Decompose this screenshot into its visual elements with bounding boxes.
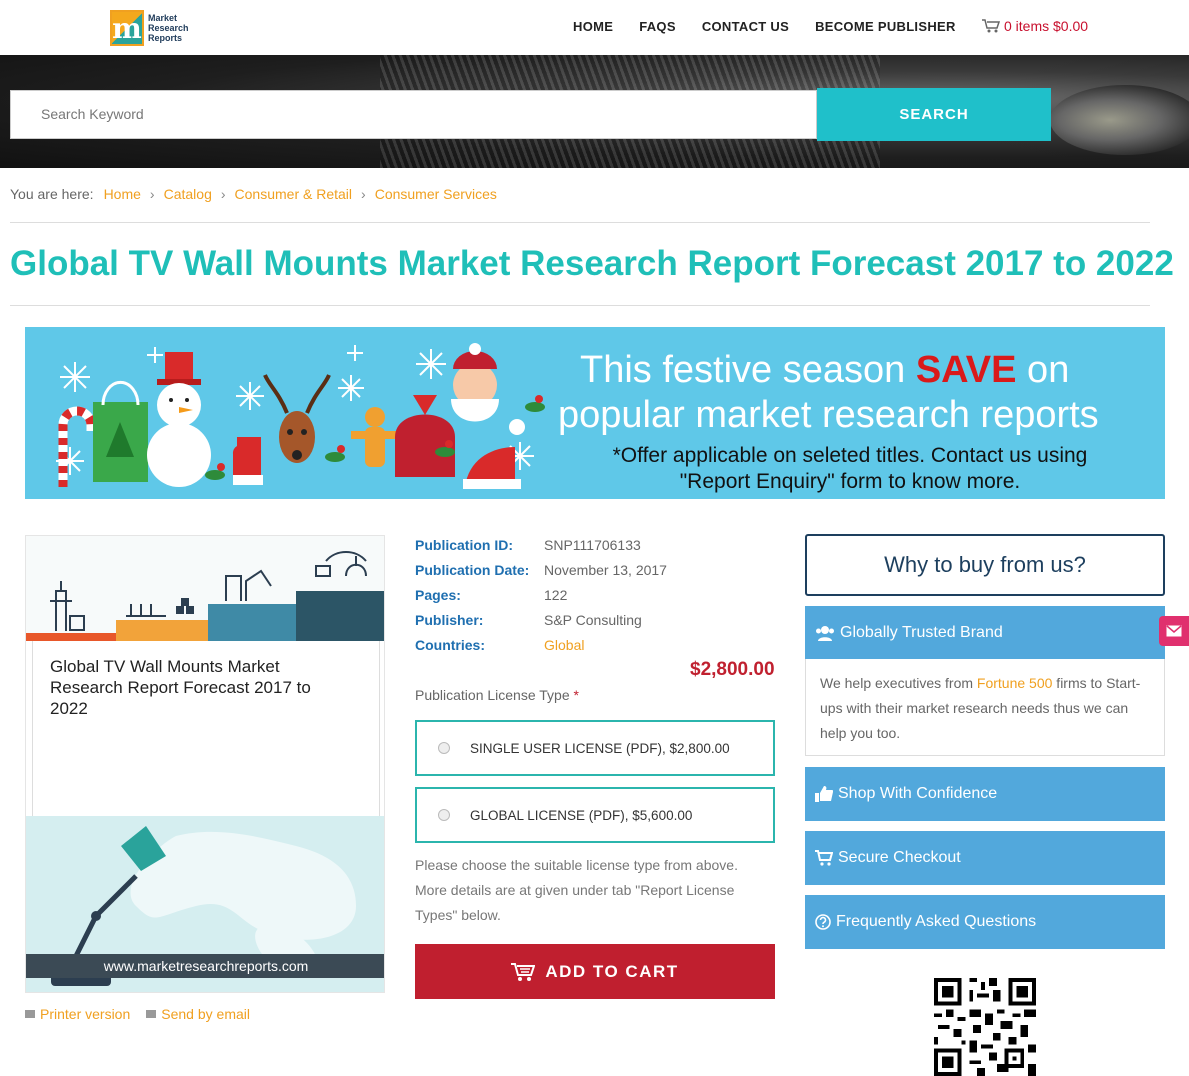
main-nav: HOME FAQS CONTACT US BECOME PUBLISHER [573,19,982,34]
envelope-icon [146,1010,157,1018]
shop-with-confidence-tab[interactable]: Shop With Confidence [805,767,1165,821]
divider [10,222,1150,223]
banner-subheadline: popular market research reports [558,394,1099,436]
banner-offer-note: *Offer applicable on seleted titles. Con… [612,444,1088,493]
christmas-illustration [56,343,545,489]
logo-mark-icon: m [110,10,144,46]
cart-link[interactable]: 0 items $0.00 [982,18,1088,34]
meta-row: Publisher: S&P Consulting [415,612,642,628]
chevron-right-icon: › [361,186,366,202]
thumbs-up-icon [815,786,833,802]
page-title: Global TV Wall Mounts Market Research Re… [10,244,1174,283]
license-radio[interactable] [438,742,450,754]
nav-faqs[interactable]: FAQS [639,19,676,34]
nav-contact-us[interactable]: CONTACT US [702,19,789,34]
license-option-single[interactable]: SINGLE USER LICENSE (PDF), $2,800.00 [415,720,775,776]
printer-icon [25,1010,35,1018]
license-type-label: Publication License Type * [415,687,579,703]
meta-row: Publication Date: November 13, 2017 [415,562,667,578]
top-header: m Market Research Reports HOME FAQS CONT… [0,0,1189,55]
nav-become-publisher[interactable]: BECOME PUBLISHER [815,19,956,34]
license-option-global[interactable]: GLOBAL LICENSE (PDF), $5,600.00 [415,787,775,843]
nav-home[interactable]: HOME [573,19,613,34]
send-by-email-link[interactable]: Send by email [146,1006,250,1022]
breadcrumb-consumer-retail[interactable]: Consumer & Retail [235,186,353,202]
cover-top-illustration [26,536,384,641]
breadcrumb-consumer-services[interactable]: Consumer Services [375,186,497,202]
product-cover-image: Global TV Wall Mounts Market Research Re… [25,535,385,993]
chevron-right-icon: › [220,186,226,202]
license-note: Please choose the suitable license type … [415,857,738,923]
cover-title: Global TV Wall Mounts Market Research Re… [50,657,311,718]
search-button[interactable]: SEARCH [817,88,1051,141]
hero-search-section: Search Keyword SEARCH [0,55,1189,168]
meta-row: Publication ID: SNP111706133 [415,537,641,553]
faq-tab[interactable]: Frequently Asked Questions [805,895,1165,949]
secure-checkout-tab[interactable]: Secure Checkout [805,831,1165,885]
product-actions: Printer version Send by email [25,1006,266,1022]
cover-url: www.marketresearchreports.com [26,954,384,978]
logo-text: Market Research Reports [148,13,189,43]
publication-details: Publication ID: SNP111706133 Publication … [415,537,667,662]
page: m Market Research Reports HOME FAQS CONT… [0,0,1189,1076]
users-icon [816,625,834,641]
question-circle-icon [815,914,831,930]
breadcrumb: You are here: Home › Catalog › Consumer … [10,186,497,202]
meta-row: Pages: 122 [415,587,568,603]
email-float-icon[interactable] [1159,616,1189,646]
cart-icon [982,19,1000,33]
countries-link[interactable]: Global [544,637,584,662]
why-buy-heading: Why to buy from us? [805,534,1165,596]
banner-headline: This festive season SAVE on [580,349,1070,391]
globally-trusted-brand-body: We help executives from Fortune 500 firm… [805,659,1165,756]
cart-icon [815,850,833,866]
globally-trusted-brand-tab[interactable]: Globally Trusted Brand [805,606,1165,659]
cart-icon [511,962,536,981]
search-input[interactable]: Search Keyword [10,90,817,139]
breadcrumb-home[interactable]: Home [104,186,141,202]
printer-version-link[interactable]: Printer version [25,1006,130,1022]
license-radio[interactable] [438,809,450,821]
price: $2,800.00 [690,659,775,680]
divider [10,305,1150,306]
add-to-cart-button[interactable]: ADD TO CART [415,944,775,999]
qr-code [934,978,1036,1076]
breadcrumb-prefix: You are here: [10,186,94,202]
breadcrumb-catalog[interactable]: Catalog [164,186,212,202]
hero-background-eye [1050,85,1189,155]
cart-summary: 0 items $0.00 [1004,18,1089,34]
meta-row: Countries: Global [415,637,667,662]
chevron-right-icon: › [149,186,155,202]
festive-banner[interactable]: This festive season SAVE on popular mark… [25,327,1165,499]
site-logo[interactable]: m Market Research Reports [110,8,200,48]
